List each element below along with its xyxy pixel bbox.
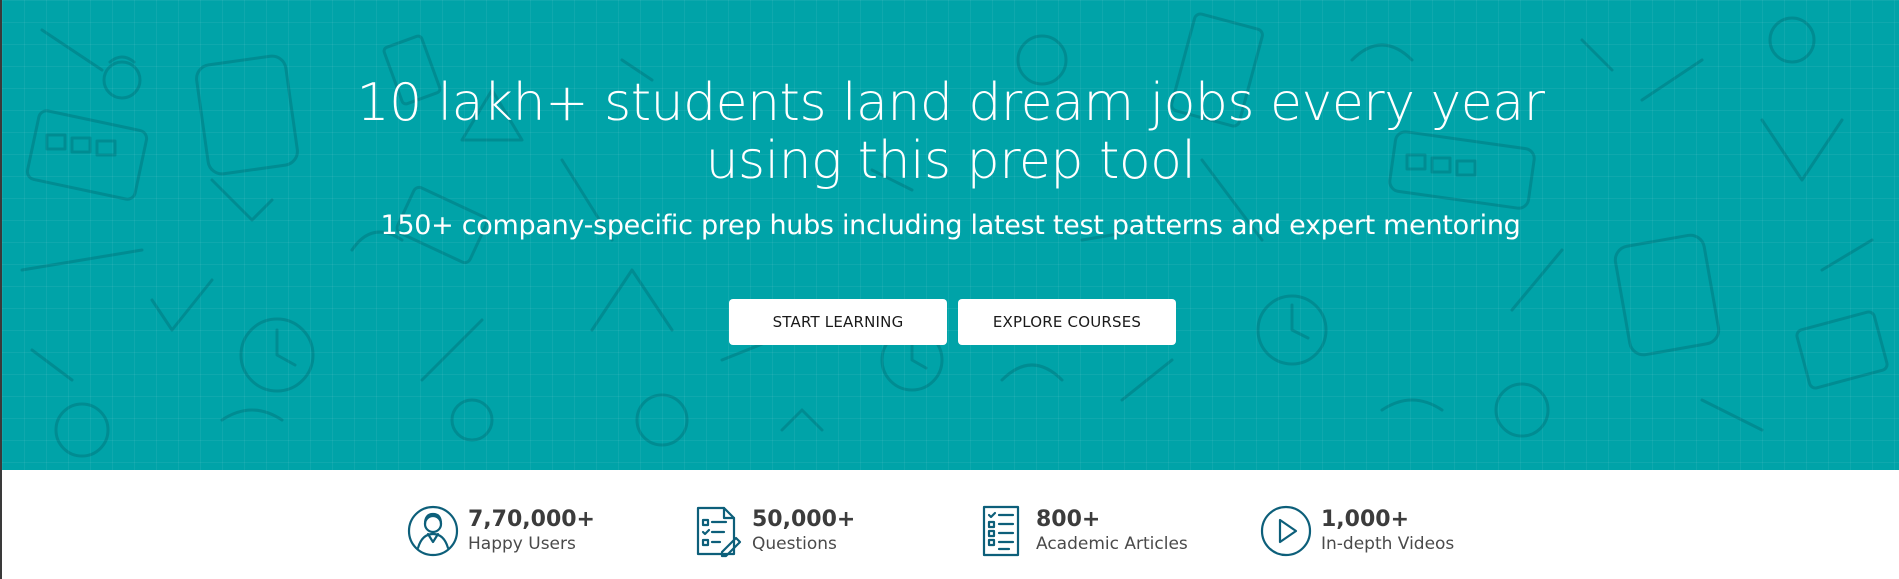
hero-title-line2: using this prep tool — [705, 131, 1196, 191]
user-icon — [406, 504, 460, 558]
stat-value: 1,000+ — [1321, 507, 1410, 532]
explore-courses-button[interactable]: EXPLORE COURSES — [958, 299, 1176, 345]
stat-value: 800+ — [1036, 507, 1101, 532]
stat-value: 50,000+ — [752, 507, 856, 532]
question-sheet-icon — [690, 504, 744, 558]
start-learning-button[interactable]: START LEARNING — [729, 299, 947, 345]
stat-value: 7,70,000+ — [468, 507, 595, 532]
hero-banner: 10 lakh+ students land dream jobs every … — [2, 0, 1899, 470]
page: 10 lakh+ students land dream jobs every … — [0, 0, 1899, 579]
hero-subtitle: 150+ company-specific prep hubs includin… — [380, 210, 1521, 241]
stat-questions: 50,000+ Questions — [690, 504, 855, 558]
hero-title: 10 lakh+ students land dream jobs every … — [351, 74, 1551, 190]
hero-title-line1: 10 lakh+ students land dream jobs every … — [356, 73, 1545, 133]
stat-label: Happy Users — [468, 534, 576, 554]
stat-label: Questions — [752, 534, 837, 554]
stat-label: Academic Articles — [1036, 534, 1188, 554]
stat-articles: 800+ Academic Articles — [974, 504, 1188, 558]
stat-videos: 1,000+ In-depth Videos — [1259, 504, 1454, 558]
stats-bar: 7,70,000+ Happy Users 50,000+ Questions … — [2, 470, 1899, 579]
play-icon — [1259, 504, 1313, 558]
article-icon — [974, 504, 1028, 558]
stat-happy-users: 7,70,000+ Happy Users — [406, 504, 595, 558]
stat-label: In-depth Videos — [1321, 534, 1455, 554]
